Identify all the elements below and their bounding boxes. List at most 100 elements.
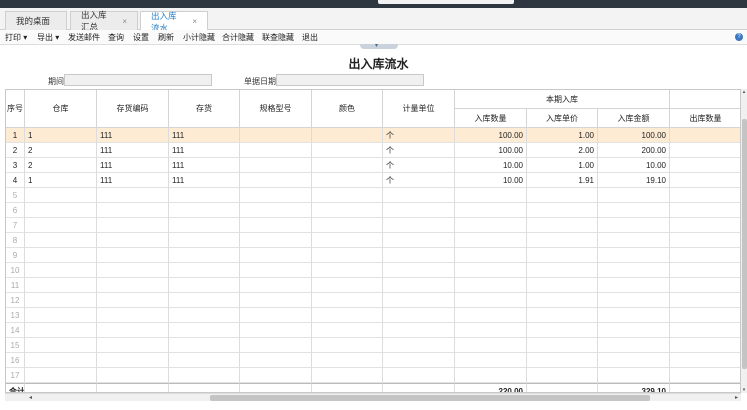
- empty-cell[interactable]: [25, 323, 97, 338]
- cell-item[interactable]: 111: [169, 128, 240, 143]
- query-button[interactable]: 查询: [108, 32, 124, 43]
- empty-cell[interactable]: [312, 323, 383, 338]
- cell-seq[interactable]: 3: [6, 158, 25, 173]
- empty-cell[interactable]: [169, 203, 240, 218]
- collapse-handle[interactable]: ▾: [360, 43, 398, 49]
- period-field[interactable]: [64, 74, 212, 86]
- empty-cell[interactable]: [527, 233, 598, 248]
- empty-cell[interactable]: [169, 293, 240, 308]
- empty-cell[interactable]: [312, 263, 383, 278]
- empty-cell[interactable]: [455, 203, 527, 218]
- cell-spec[interactable]: [240, 143, 312, 158]
- empty-cell[interactable]: [598, 233, 670, 248]
- empty-cell[interactable]: [97, 263, 169, 278]
- empty-cell[interactable]: [240, 278, 312, 293]
- empty-cell[interactable]: [169, 248, 240, 263]
- cell-warehouse[interactable]: 2: [25, 158, 97, 173]
- empty-cell[interactable]: [598, 293, 670, 308]
- empty-cell[interactable]: [312, 188, 383, 203]
- empty-cell[interactable]: [598, 248, 670, 263]
- empty-cell[interactable]: [312, 293, 383, 308]
- empty-cell[interactable]: [169, 338, 240, 353]
- tab-my-desktop[interactable]: 我的桌面: [5, 11, 67, 30]
- empty-cell[interactable]: [598, 188, 670, 203]
- scroll-right-icon[interactable]: ▸: [735, 394, 738, 401]
- cell-unit[interactable]: 个: [383, 173, 455, 188]
- empty-cell[interactable]: [598, 308, 670, 323]
- empty-cell[interactable]: [670, 293, 740, 308]
- tab-inout-summary[interactable]: 出入库汇总 ×: [70, 10, 138, 32]
- empty-cell[interactable]: [169, 188, 240, 203]
- empty-cell[interactable]: [169, 233, 240, 248]
- empty-cell[interactable]: [527, 338, 598, 353]
- cell-color[interactable]: [312, 173, 383, 188]
- empty-cell[interactable]: [25, 308, 97, 323]
- cell-in-price[interactable]: 1.91: [527, 173, 598, 188]
- empty-cell[interactable]: [455, 323, 527, 338]
- empty-cell[interactable]: [455, 353, 527, 368]
- empty-cell[interactable]: [240, 353, 312, 368]
- empty-cell[interactable]: [670, 368, 740, 383]
- col-header-out-qty[interactable]: 出库数量: [670, 109, 740, 128]
- joined-toggle-button[interactable]: 联查隐藏: [262, 32, 294, 43]
- scroll-up-icon[interactable]: ▴: [741, 89, 747, 95]
- empty-cell[interactable]: [527, 368, 598, 383]
- print-button[interactable]: 打印 ▾: [5, 32, 27, 43]
- empty-cell[interactable]: [383, 323, 455, 338]
- close-icon[interactable]: ×: [192, 17, 197, 26]
- scroll-left-icon[interactable]: ◂: [29, 394, 32, 401]
- empty-cell[interactable]: [240, 203, 312, 218]
- empty-cell[interactable]: [527, 188, 598, 203]
- cell-item[interactable]: 111: [169, 143, 240, 158]
- empty-cell[interactable]: [97, 218, 169, 233]
- empty-cell[interactable]: [240, 338, 312, 353]
- empty-cell[interactable]: [383, 368, 455, 383]
- empty-cell[interactable]: [169, 263, 240, 278]
- empty-cell[interactable]: [383, 218, 455, 233]
- empty-cell[interactable]: [527, 308, 598, 323]
- exit-button[interactable]: 退出: [302, 32, 318, 43]
- address-bar[interactable]: [378, 0, 514, 4]
- refresh-button[interactable]: 刷新: [158, 32, 174, 43]
- empty-cell[interactable]: [25, 338, 97, 353]
- empty-cell[interactable]: [97, 278, 169, 293]
- empty-cell[interactable]: [312, 338, 383, 353]
- cell-seq[interactable]: 4: [6, 173, 25, 188]
- empty-cell[interactable]: [312, 233, 383, 248]
- empty-cell[interactable]: [670, 248, 740, 263]
- empty-cell[interactable]: [240, 248, 312, 263]
- cell-out-qty[interactable]: [670, 173, 740, 188]
- empty-cell[interactable]: [455, 338, 527, 353]
- empty-cell[interactable]: [312, 203, 383, 218]
- total-toggle-button[interactable]: 合计隐藏: [222, 32, 254, 43]
- cell-out-qty[interactable]: [670, 143, 740, 158]
- empty-cell[interactable]: [383, 263, 455, 278]
- cell-in-amount[interactable]: 19.10: [598, 173, 670, 188]
- empty-cell[interactable]: [240, 323, 312, 338]
- cell-warehouse[interactable]: 1: [25, 173, 97, 188]
- cell-color[interactable]: [312, 158, 383, 173]
- col-header-in-qty[interactable]: 入库数量: [455, 109, 527, 128]
- cell-item[interactable]: 111: [169, 173, 240, 188]
- close-icon[interactable]: ×: [122, 17, 127, 26]
- cell-unit[interactable]: 个: [383, 128, 455, 143]
- empty-cell[interactable]: [455, 263, 527, 278]
- empty-cell[interactable]: [527, 353, 598, 368]
- empty-cell[interactable]: [97, 188, 169, 203]
- cell-color[interactable]: [312, 143, 383, 158]
- empty-cell[interactable]: [527, 278, 598, 293]
- cell-color[interactable]: [312, 128, 383, 143]
- empty-cell[interactable]: [97, 308, 169, 323]
- empty-cell[interactable]: [25, 263, 97, 278]
- empty-cell[interactable]: [312, 278, 383, 293]
- cell-spec[interactable]: [240, 173, 312, 188]
- col-header-in-price[interactable]: 入库单价: [527, 109, 598, 128]
- empty-cell[interactable]: [312, 308, 383, 323]
- empty-cell[interactable]: [670, 323, 740, 338]
- empty-cell[interactable]: [312, 353, 383, 368]
- empty-cell[interactable]: [527, 248, 598, 263]
- empty-cell[interactable]: [25, 188, 97, 203]
- empty-cell[interactable]: [455, 308, 527, 323]
- empty-cell[interactable]: [383, 353, 455, 368]
- cell-seq[interactable]: 1: [6, 128, 25, 143]
